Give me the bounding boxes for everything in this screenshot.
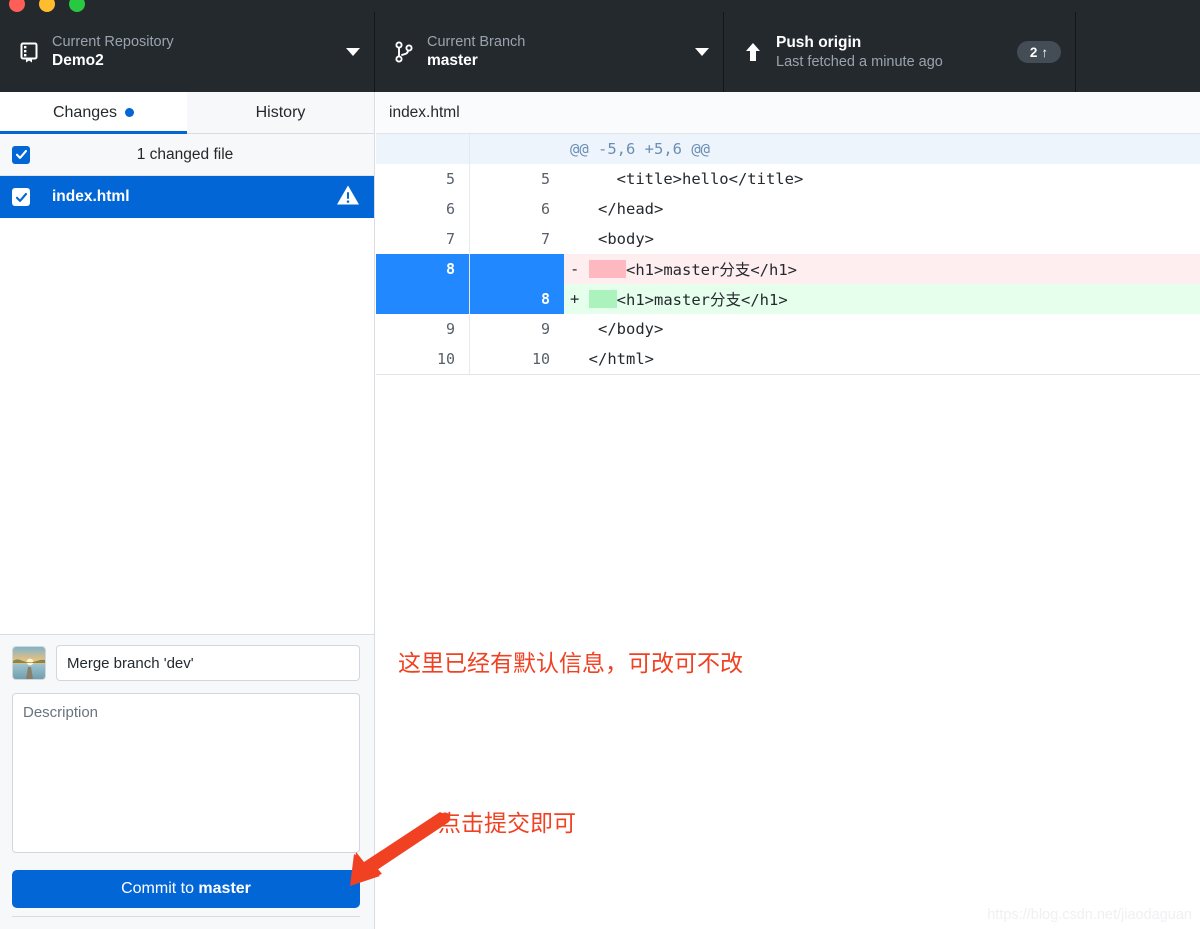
push-count-value: 2 [1030, 45, 1038, 60]
push-origin-title: Push origin [776, 33, 943, 52]
left-sidebar: Changes History 1 changed file index.htm… [0, 92, 375, 929]
diff-row[interactable]: 77 <body> [376, 224, 1200, 254]
commit-description-input[interactable] [12, 693, 360, 853]
diff-row[interactable]: 8 - <h1>master分支</h1> [376, 254, 1200, 284]
diff-content: @@ -5,6 +5,6 @@55 <title>hello</title>66… [376, 134, 1200, 374]
annotation-commit-summary: 这里已经有默认信息，可改可不改 [398, 644, 743, 678]
diff-old-line-number: 5 [376, 164, 470, 194]
diff-file-name: index.html [389, 104, 460, 122]
commit-summary-row [12, 645, 360, 681]
tab-history[interactable]: History [187, 92, 374, 133]
diff-old-line-number: 6 [376, 194, 470, 224]
diff-row[interactable]: 1010 </html> [376, 344, 1200, 374]
warning-icon [336, 184, 360, 211]
current-branch-label: Current Branch [427, 33, 525, 51]
push-origin-subtitle: Last fetched a minute ago [776, 53, 943, 71]
minimize-window-button[interactable] [39, 0, 55, 12]
diff-code-line: <body> [564, 224, 1200, 254]
current-repository-label: Current Repository [52, 33, 174, 51]
diff-code-line: </html> [564, 344, 1200, 374]
diff-new-line-number: 10 [470, 344, 564, 374]
diff-code-line: <title>hello</title> [564, 164, 1200, 194]
diff-row[interactable]: 99 </body> [376, 314, 1200, 344]
commit-button-prefix: Commit to [121, 880, 198, 897]
file-list-empty-space [0, 218, 374, 635]
diff-new-line-number: 8 [470, 284, 564, 314]
tab-history-label: History [256, 104, 306, 122]
diff-old-line-number [376, 284, 470, 314]
sidebar-tabs: Changes History [0, 92, 374, 134]
titlebar [0, 0, 1200, 12]
toolbar-empty-area [1076, 12, 1200, 92]
current-repository-text: Current Repository Demo2 [52, 33, 174, 71]
list-item[interactable]: index.html [0, 176, 374, 218]
diff-code-line: </head> [564, 194, 1200, 224]
select-all-row[interactable]: 1 changed file [0, 134, 374, 176]
badge-arrow-up-icon: ↑ [1041, 45, 1048, 60]
diff-file-header: index.html [376, 92, 1200, 134]
diff-code-line: @@ -5,6 +5,6 @@ [564, 134, 1200, 164]
select-all-checkbox[interactable] [12, 146, 30, 164]
commit-summary-input[interactable] [56, 645, 360, 681]
diff-row[interactable]: 8+ <h1>master分支</h1> [376, 284, 1200, 314]
diff-new-line-number [470, 134, 564, 164]
github-desktop-window: Current Repository Demo2 Current Branch … [0, 0, 1200, 929]
diff-new-line-number: 5 [470, 164, 564, 194]
file-checkbox-index-html[interactable] [12, 188, 30, 206]
watermark: https://blog.csdn.net/jiaodaguan [987, 907, 1192, 923]
arrow-up-icon [740, 42, 766, 62]
diff-old-line-number [376, 134, 470, 164]
repo-icon [16, 42, 42, 63]
maximize-window-button[interactable] [69, 0, 85, 12]
diff-new-line-number: 7 [470, 224, 564, 254]
tab-changes-label: Changes [53, 104, 117, 122]
diff-old-line-number: 7 [376, 224, 470, 254]
push-origin-text: Push origin Last fetched a minute ago [776, 33, 943, 71]
diff-new-line-number: 9 [470, 314, 564, 344]
annotation-arrow-to-commit-button [330, 812, 450, 894]
current-branch-dropdown[interactable]: Current Branch master [375, 12, 724, 92]
diff-row[interactable]: 55 <title>hello</title> [376, 164, 1200, 194]
diff-code-line: - <h1>master分支</h1> [564, 254, 1200, 284]
commit-button-branch: master [198, 880, 250, 897]
sidebar-bottom-divider [12, 916, 360, 917]
file-name-label: index.html [52, 188, 336, 206]
diff-code-line: + <h1>master分支</h1> [564, 284, 1200, 314]
main-toolbar: Current Repository Demo2 Current Branch … [0, 12, 1200, 92]
diff-old-line-number: 9 [376, 314, 470, 344]
commit-form: Commit to master [0, 635, 374, 929]
current-branch-value: master [427, 51, 525, 70]
changed-files-count: 1 changed file [30, 146, 374, 164]
tab-changes[interactable]: Changes [0, 92, 187, 133]
avatar [12, 646, 46, 680]
diff-row[interactable]: 66 </head> [376, 194, 1200, 224]
push-count-badge: 2 ↑ [1017, 41, 1061, 63]
diff-old-line-number: 8 [376, 254, 470, 284]
commit-button[interactable]: Commit to master [12, 870, 360, 908]
chevron-down-icon [346, 48, 360, 56]
current-branch-text: Current Branch master [427, 33, 525, 71]
diff-bottom-divider [376, 374, 1200, 375]
branch-icon [391, 41, 417, 63]
close-window-button[interactable] [9, 0, 25, 12]
diff-old-line-number: 10 [376, 344, 470, 374]
diff-new-line-number [470, 254, 564, 284]
current-repository-dropdown[interactable]: Current Repository Demo2 [0, 12, 375, 92]
diff-new-line-number: 6 [470, 194, 564, 224]
changes-indicator-dot [125, 108, 134, 117]
current-repository-value: Demo2 [52, 51, 174, 70]
diff-code-line: </body> [564, 314, 1200, 344]
chevron-down-icon [695, 48, 709, 56]
diff-row[interactable]: @@ -5,6 +5,6 @@ [376, 134, 1200, 164]
push-origin-button[interactable]: Push origin Last fetched a minute ago 2 … [724, 12, 1076, 92]
annotation-commit-button: 点击提交即可 [438, 804, 576, 838]
